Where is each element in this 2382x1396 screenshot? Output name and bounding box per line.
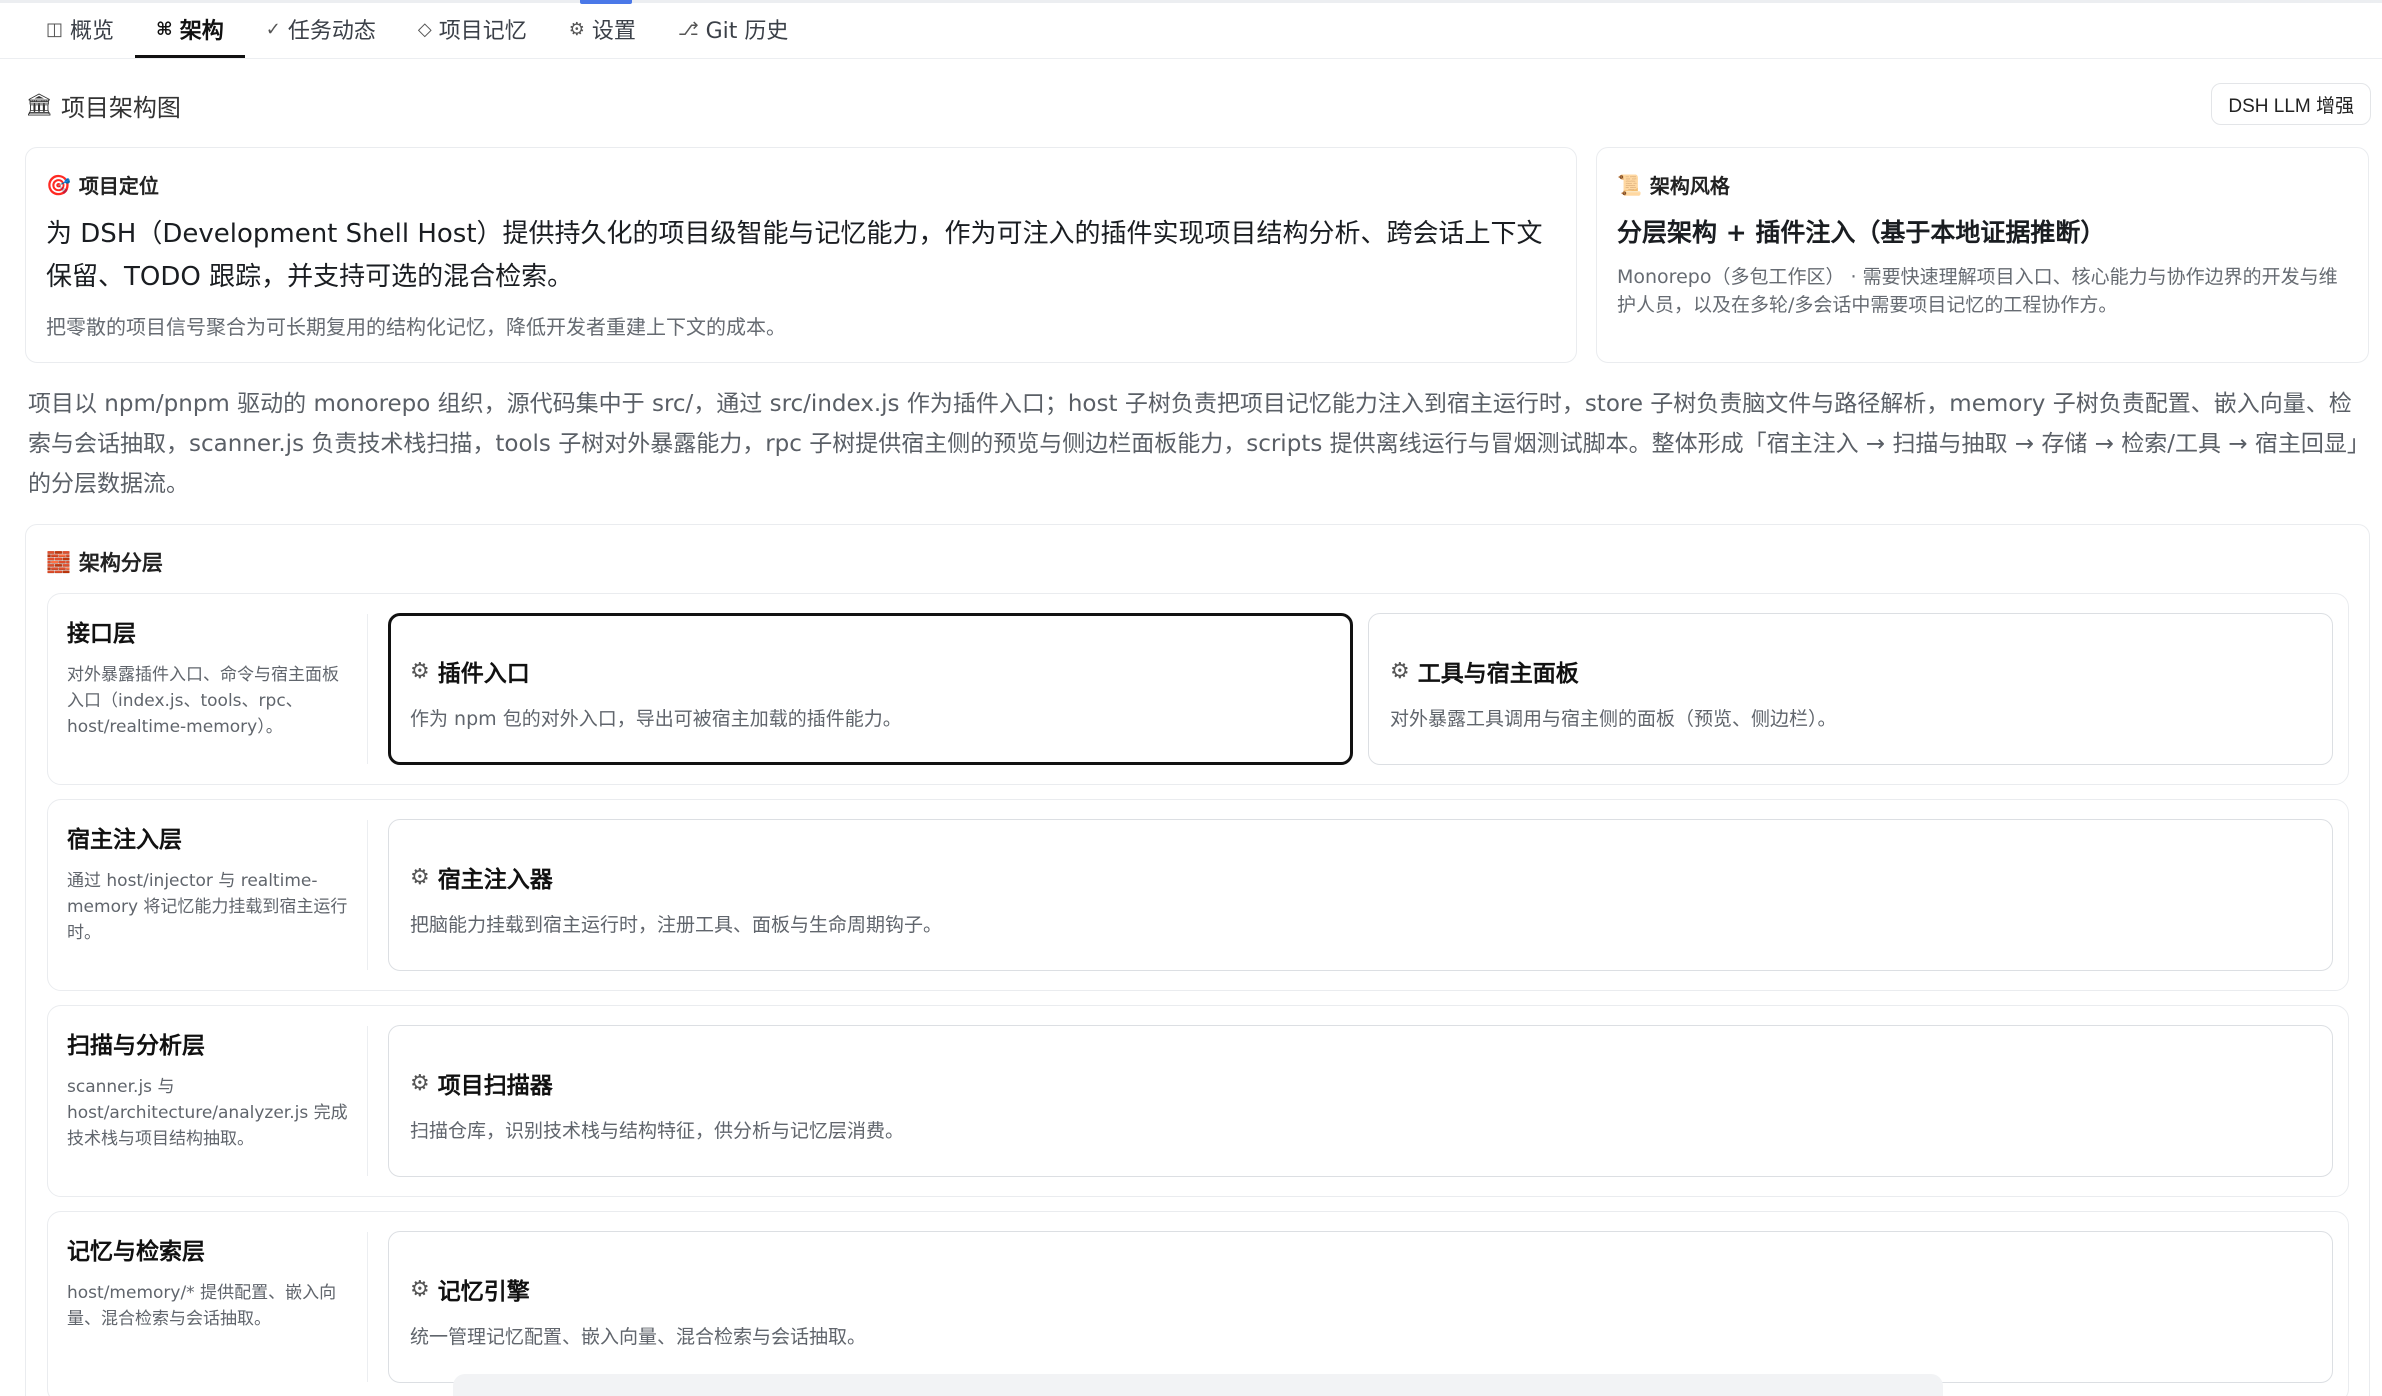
tab-settings[interactable]: ⚙ 设置 (548, 0, 657, 58)
layer-info: 扫描与分析层 scanner.js 与 host/architecture/an… (48, 1006, 368, 1196)
component-name: ⚙ 项目扫描器 (410, 1066, 2311, 1100)
component-memory-engine[interactable]: ⚙ 记忆引擎 统一管理记忆配置、嵌入向量、混合检索与会话抽取。 (388, 1231, 2333, 1383)
architecture-summary: 项目以 npm/pnpm 驱动的 monorepo 组织，源代码集中于 src/… (28, 391, 2359, 497)
positioning-subtitle: 把零散的项目信号聚合为可长期复用的结构化记忆，降低开发者重建上下文的成本。 (46, 315, 786, 339)
style-headline: 分层架构 + 插件注入（基于本地证据推断） (1617, 218, 2106, 247)
layer-name: 宿主注入层 (67, 827, 182, 853)
tab-label: 项目记忆 (438, 19, 527, 44)
gear-icon: ⚙ (568, 18, 585, 40)
component-name: ⚙ 工具与宿主面板 (1390, 654, 2311, 688)
component-project-scanner[interactable]: ⚙ 项目扫描器 扫描仓库，识别技术栈与结构特征，供分析与记忆层消费。 (388, 1025, 2333, 1177)
component-description: 把脑能力挂载到宿主运行时，注册工具、面板与生命周期钩子。 (410, 914, 943, 936)
component-description: 作为 npm 包的对外入口，导出可被宿主加载的插件能力。 (410, 708, 902, 730)
tab-label: 概览 (70, 19, 115, 44)
component-description: 扫描仓库，识别技术栈与结构特征，供分析与记忆层消费。 (410, 1120, 905, 1142)
git-branch-icon: ⎇ (677, 18, 699, 40)
tab-overview[interactable]: ◫ 概览 (25, 0, 135, 58)
diamond-icon: ◇ (417, 18, 432, 40)
check-icon: ✓ (265, 18, 281, 40)
layer-description: 通过 host/injector 与 realtime-memory 将记忆能力… (67, 871, 348, 943)
card-title-text: 架构风格 (1649, 174, 1730, 198)
layer-scan-analysis: 扫描与分析层 scanner.js 与 host/architecture/an… (47, 1005, 2349, 1197)
overview-icon: ◫ (46, 18, 64, 40)
layer-name: 记忆与检索层 (67, 1239, 205, 1265)
card-title: 📜 架构风格 (1617, 170, 2348, 199)
card-title-text: 项目定位 (78, 174, 159, 198)
project-positioning-card: 🎯 项目定位 为 DSH（Development Shell Host）提供持久… (25, 147, 1577, 363)
component-host-injector[interactable]: ⚙ 宿主注入器 把脑能力挂载到宿主运行时，注册工具、面板与生命周期钩子。 (388, 819, 2333, 971)
command-icon: ⌘ (156, 18, 173, 40)
positioning-headline: 为 DSH（Development Shell Host）提供持久化的项目级智能… (46, 219, 1543, 292)
tab-label: 架构 (179, 19, 224, 44)
tab-label: Git 历史 (705, 19, 789, 44)
layer-description: scanner.js 与 host/architecture/analyzer.… (67, 1077, 348, 1149)
tab-bar-divider (0, 58, 2382, 59)
style-subtitle: Monorepo（多包工作区） · 需要快速理解项目入口、核心能力与协作边界的开… (1617, 266, 2338, 316)
bricks-icon: 🧱 (46, 550, 71, 574)
layer-info: 记忆与检索层 host/memory/* 提供配置、嵌入向量、混合检索与会话抽取… (48, 1212, 368, 1396)
component-name-text: 宿主注入器 (437, 867, 553, 893)
gear-icon: ⚙ (410, 864, 430, 890)
component-name-text: 记忆引擎 (437, 1279, 530, 1305)
tab-task-activity[interactable]: ✓ 任务动态 (245, 0, 397, 58)
floating-panel-edge (453, 1374, 1943, 1396)
component-plugin-entry[interactable]: ⚙ 插件入口 作为 npm 包的对外入口，导出可被宿主加载的插件能力。 (388, 613, 1353, 765)
layer-info: 接口层 对外暴露插件入口、命令与宿主面板入口（index.js、tools、rp… (48, 594, 368, 784)
layer-description: host/memory/* 提供配置、嵌入向量、混合检索与会话抽取。 (67, 1283, 337, 1329)
classical-building-icon: 🏛 (25, 93, 53, 118)
scroll-icon: 📜 (1617, 172, 1642, 197)
architecture-style-card: 📜 架构风格 分层架构 + 插件注入（基于本地证据推断） Monorepo（多包… (1596, 147, 2369, 363)
layer-interface: 接口层 对外暴露插件入口、命令与宿主面板入口（index.js、tools、rp… (47, 593, 2349, 785)
gear-icon: ⚙ (410, 1276, 430, 1302)
component-name: ⚙ 宿主注入器 (410, 860, 2311, 894)
component-name-text: 插件入口 (437, 661, 530, 687)
layer-info: 宿主注入层 通过 host/injector 与 realtime-memory… (48, 800, 368, 990)
gear-icon: ⚙ (1390, 658, 1410, 684)
card-title-text: 架构分层 (78, 551, 163, 575)
component-name: ⚙ 插件入口 (410, 654, 1331, 688)
component-description: 统一管理记忆配置、嵌入向量、混合检索与会话抽取。 (410, 1326, 867, 1348)
card-title: 🧱 架构分层 (46, 547, 2349, 577)
architecture-layers-card: 🧱 架构分层 接口层 对外暴露插件入口、命令与宿主面板入口（index.js、t… (25, 524, 2370, 1396)
tab-label: 任务动态 (287, 19, 376, 44)
llm-enhance-button[interactable]: DSH LLM 增强 (2211, 83, 2371, 125)
layer-name: 扫描与分析层 (67, 1033, 205, 1059)
component-tools-host-panel[interactable]: ⚙ 工具与宿主面板 对外暴露工具调用与宿主侧的面板（预览、侧边栏）。 (1368, 613, 2333, 765)
layer-memory-retrieval: 记忆与检索层 host/memory/* 提供配置、嵌入向量、混合检索与会话抽取… (47, 1211, 2349, 1396)
tab-label: 设置 (591, 19, 636, 44)
tab-project-memory[interactable]: ◇ 项目记忆 (397, 0, 548, 58)
gear-icon: ⚙ (410, 1070, 430, 1096)
tab-architecture[interactable]: ⌘ 架构 (135, 0, 245, 58)
layer-name: 接口层 (67, 621, 136, 647)
component-name: ⚙ 记忆引擎 (410, 1272, 2311, 1306)
layer-description: 对外暴露插件入口、命令与宿主面板入口（index.js、tools、rpc、ho… (67, 665, 339, 737)
gear-icon: ⚙ (410, 658, 430, 684)
section-title: 项目架构图 (60, 94, 181, 122)
target-icon: 🎯 (46, 172, 71, 197)
section-header: 🏛 项目架构图 (25, 88, 181, 123)
component-name-text: 项目扫描器 (437, 1073, 553, 1099)
component-description: 对外暴露工具调用与宿主侧的面板（预览、侧边栏）。 (1390, 708, 1837, 730)
tab-git-history[interactable]: ⎇ Git 历史 (657, 0, 810, 58)
tab-bar: ◫ 概览 ⌘ 架构 ✓ 任务动态 ◇ 项目记忆 ⚙ 设置 ⎇ Git 历史 (25, 0, 809, 58)
layer-host-injection: 宿主注入层 通过 host/injector 与 realtime-memory… (47, 799, 2349, 991)
component-name-text: 工具与宿主面板 (1417, 661, 1579, 687)
card-title: 🎯 项目定位 (46, 170, 1556, 199)
